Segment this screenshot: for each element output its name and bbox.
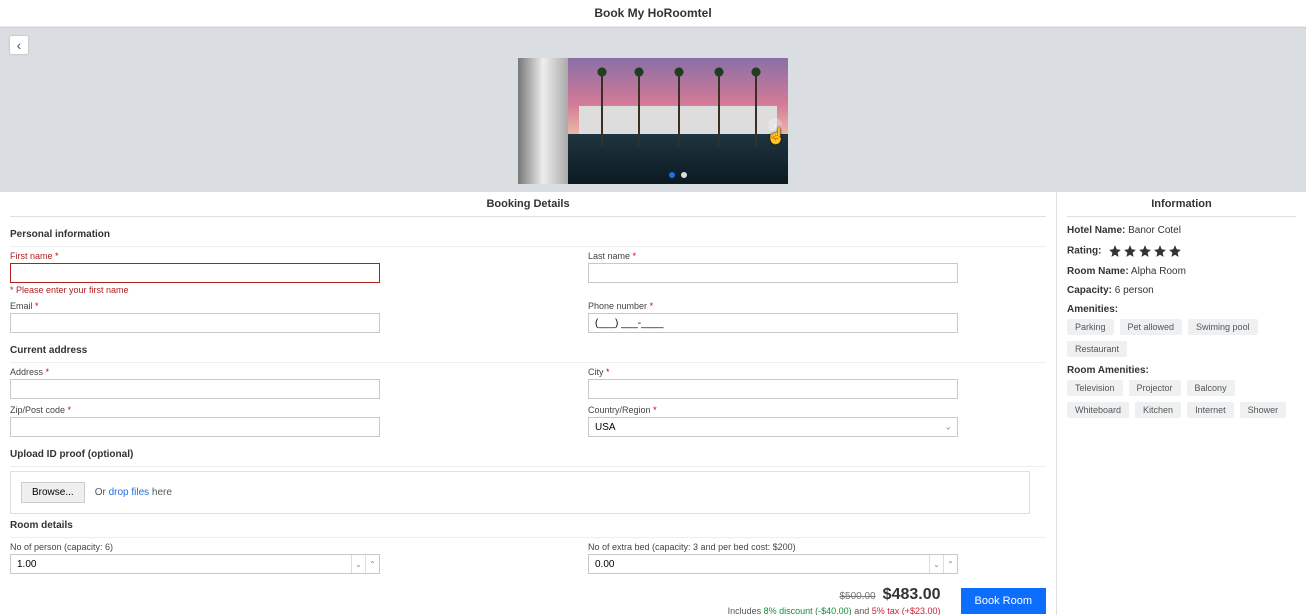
new-price: $483.00 [883,586,941,603]
country-label: Country/Region * [588,405,1046,415]
stepper-up-button[interactable]: ⌃ [365,555,379,573]
gallery-dot[interactable] [669,172,675,178]
book-room-button[interactable]: Book Room [961,588,1046,614]
drop-hint: Or drop files here [95,487,172,498]
amenity-tag: Balcony [1187,380,1235,396]
persons-label: No of person (capacity: 6) [10,542,468,552]
amenity-tag: Restaurant [1067,341,1127,357]
gallery-dot[interactable] [681,172,687,178]
amenity-tag: Television [1067,380,1123,396]
city-label: City * [588,367,1046,377]
first-name-error: * Please enter your first name [10,285,468,295]
amenity-tag: Parking [1067,319,1114,335]
zip-label: Zip/Post code * [10,405,468,415]
upload-dropzone[interactable]: Browse... Or drop files here [10,471,1030,514]
stepper-up-button[interactable]: ⌃ [943,555,957,573]
page-title: Book My HoRoomtel [0,0,1306,27]
browse-button[interactable]: Browse... [21,482,85,503]
capacity-row: Capacity: 6 person [1067,285,1296,296]
amenity-tag: Whiteboard [1067,402,1129,418]
price-note: Includes 8% discount (-$40.00) and 5% ta… [728,606,941,615]
first-name-label: First name * [10,251,468,261]
booking-details-heading: Booking Details [10,192,1046,217]
country-select[interactable] [588,417,958,437]
hotel-name-row: Hotel Name: Banor Cotel [1067,225,1296,236]
star-icon [1123,244,1137,258]
rating-row: Rating: [1067,244,1296,258]
email-input[interactable] [10,313,380,333]
beds-label: No of extra bed (capacity: 3 and per bed… [588,542,1046,552]
old-price: $500.00 [839,591,875,602]
star-icon [1138,244,1152,258]
stepper-down-button[interactable]: ⌄ [929,555,943,573]
email-label: Email * [10,301,468,311]
first-name-input[interactable] [10,263,380,283]
upload-heading: Upload ID proof (optional) [10,449,1046,460]
amenity-tag: Internet [1187,402,1234,418]
zip-input[interactable] [10,417,380,437]
room-name-row: Room Name: Alpha Room [1067,266,1296,277]
last-name-input[interactable] [588,263,958,283]
address-input[interactable] [10,379,380,399]
star-icon [1108,244,1122,258]
hero-banner: › ☝ [0,27,1306,192]
address-label: Address * [10,367,468,377]
amenity-tag: Shower [1240,402,1287,418]
amenity-tag: Kitchen [1135,402,1181,418]
stepper-down-button[interactable]: ⌄ [351,555,365,573]
star-icon [1153,244,1167,258]
phone-input[interactable] [588,313,958,333]
beds-stepper[interactable] [588,554,958,574]
gallery-dots [669,172,687,178]
personal-heading: Personal information [10,229,1046,240]
address-heading: Current address [10,345,1046,356]
amenity-tag: Pet allowed [1120,319,1183,335]
room-amenities-row: Room Amenities: TelevisionProjectorBalco… [1067,365,1296,418]
information-heading: Information [1067,192,1296,217]
amenity-tag: Projector [1129,380,1181,396]
star-icon [1168,244,1182,258]
room-heading: Room details [10,520,1046,531]
image-gallery: › ☝ [518,58,788,184]
amenity-tag: Swiming pool [1188,319,1258,335]
phone-label: Phone number * [588,301,1046,311]
rating-stars [1108,244,1182,258]
persons-stepper[interactable] [10,554,380,574]
city-input[interactable] [588,379,958,399]
amenities-row: Amenities: ParkingPet allowedSwiming poo… [1067,304,1296,357]
arrow-left-icon [17,38,22,53]
last-name-label: Last name * [588,251,1046,261]
back-button[interactable] [10,36,28,54]
